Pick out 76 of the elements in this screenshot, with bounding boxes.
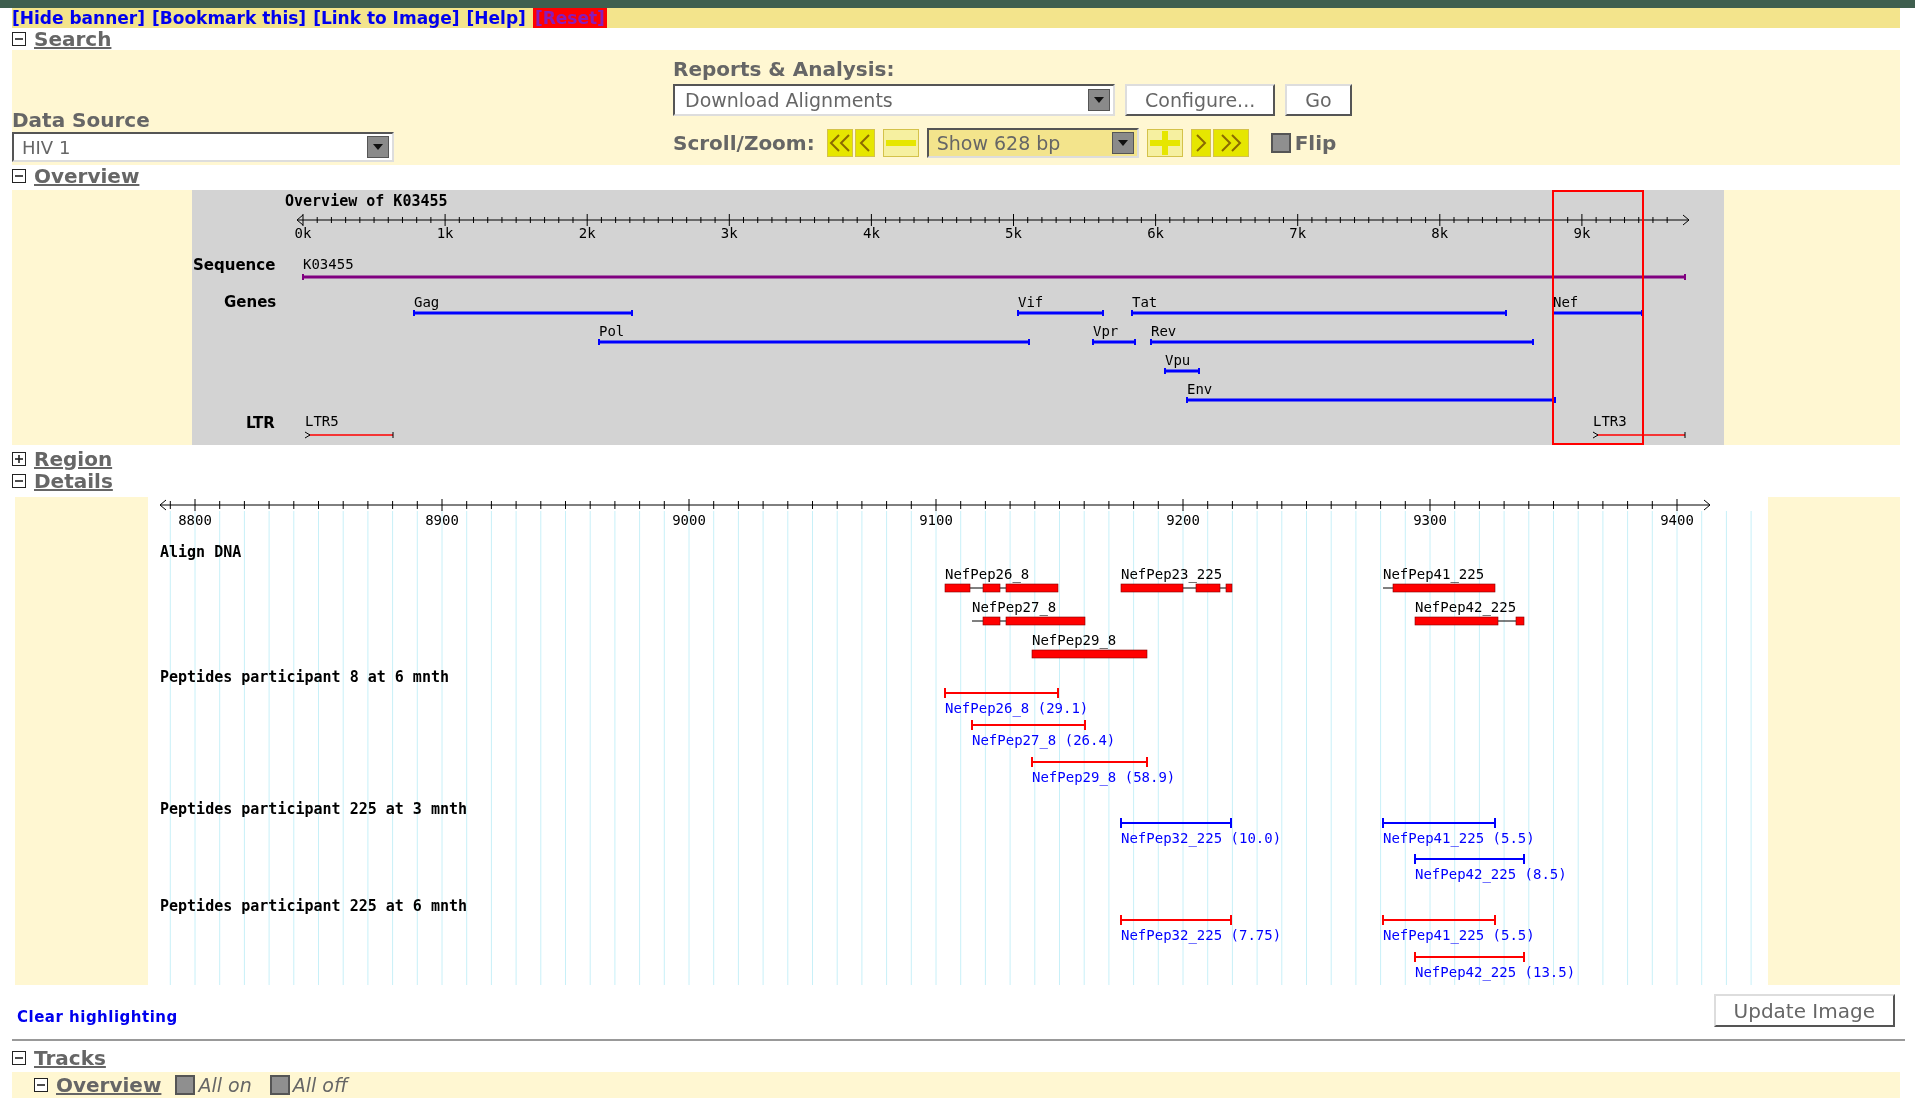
gene-label: Pol [599,323,625,339]
ltr-label: LTR3 [1593,413,1627,429]
peptide-label: NefPep29_8 (58.9) [1032,769,1176,785]
alignment-label: NefPep23_225 [1121,566,1223,582]
banner-link[interactable]: [Help] [466,8,526,28]
section-title[interactable]: Region [34,449,113,469]
tick-label: 9000 [672,512,706,528]
gene-label: Env [1187,381,1213,397]
track-label: Sequence [193,256,276,274]
checkbox-label: Flip [1294,130,1337,157]
peptide-label: NefPep32_225 (7.75) [1121,927,1282,943]
gene-label: Vpu [1165,352,1191,368]
configure-button[interactable]: Configure... [1125,84,1276,116]
feature-label: K03455 [303,256,354,272]
ltr-label: LTR5 [305,413,339,429]
data-source-select[interactable]: HIV 1 [12,132,394,162]
checkbox-label: All on [198,1072,252,1098]
peptide-label: NefPep32_225 (10.0) [1121,830,1282,846]
gene-label: Gag [414,294,440,310]
section-title[interactable]: Search [34,29,112,49]
overview-map[interactable]: Overview of K03455 0k 1k 2k 3k 4k 5k 6k 7k 8k 9k Sequence K03455 Genes Gag Vif Tat Nef Pol Vpr Rev Vpu Env LTR LTR5 LTR3 [192,190,1724,445]
peptide-label: NefPep26_8 (29.1) [945,700,1089,716]
alignment-label: NefPep26_8 [945,566,1030,582]
alignment-label: NefPep27_8 [972,599,1057,615]
tick-label: 8900 [425,512,459,528]
tick-label: 7k [1289,225,1307,241]
field-label: Scroll/Zoom: [673,130,815,157]
track-label: Genes [224,293,277,311]
section-title[interactable]: Details [34,471,113,491]
field-label: Reports & Analysis: [673,58,896,80]
peptide-label: NefPep42_225 (8.5) [1415,866,1567,882]
checkbox-label: All off [292,1072,348,1098]
reports-select[interactable]: Download Alignments [673,84,1115,116]
gene-label: Vif [1018,294,1044,310]
gene-label: Tat [1132,294,1158,310]
tick-label: 9200 [1166,512,1200,528]
go-button[interactable]: Go [1285,84,1352,116]
banner-link[interactable]: [Bookmark this] [152,8,307,28]
tick-label: 8800 [178,512,212,528]
clear-highlighting-link[interactable]: Clear highlighting [17,1005,178,1029]
gene-label: Nef [1553,294,1579,310]
track-label: Peptides participant 225 at 6 mnth [160,897,468,915]
tick-label: 0k [294,225,312,241]
zoom-select[interactable]: Show 628 bp [926,128,1139,158]
peptide-label: NefPep42_225 (13.5) [1415,964,1576,980]
track-label: LTR [246,414,275,432]
gene-label: Vpr [1093,323,1119,339]
track-label: Peptides participant 8 at 6 mnth [160,668,449,686]
tick-label: 5k [1005,225,1022,241]
banner-link[interactable]: [Hide banner] [12,8,145,28]
field-label: Data Source [12,108,151,132]
tick-label: 1k [436,225,454,241]
tick-label: 2k [578,225,596,241]
tick-label: 6k [1147,225,1165,241]
section-title[interactable]: Overview [34,166,140,186]
tick-label: 3k [720,225,738,241]
tick-label: 9400 [1660,512,1694,528]
gene-label: Rev [1151,323,1177,339]
tick-label: 8k [1431,225,1449,241]
tick-label: 9300 [1413,512,1447,528]
banner-link[interactable]: [Link to Image] [313,8,460,28]
peptide-label: NefPep27_8 (26.4) [972,732,1116,748]
section-title[interactable]: Tracks [34,1048,106,1068]
update-image-button[interactable]: Update Image [1713,993,1895,1027]
alignment-label: NefPep29_8 [1032,632,1117,648]
tick-label: 9100 [919,512,953,528]
alignment-label: NefPep42_225 [1415,599,1517,615]
peptide-label: NefPep41_225 (5.5) [1383,927,1535,943]
tick-label: 4k [862,225,880,241]
tick-label: 9k [1573,225,1591,241]
alignment-label: NefPep41_225 [1383,566,1485,582]
overview-title: Overview of K03455 [285,192,448,210]
track-label: Peptides participant 225 at 3 mnth [160,800,468,818]
section-title[interactable]: Overview [56,1070,162,1100]
track-label: Align DNA [160,543,242,561]
peptide-label: NefPep41_225 (5.5) [1383,830,1535,846]
